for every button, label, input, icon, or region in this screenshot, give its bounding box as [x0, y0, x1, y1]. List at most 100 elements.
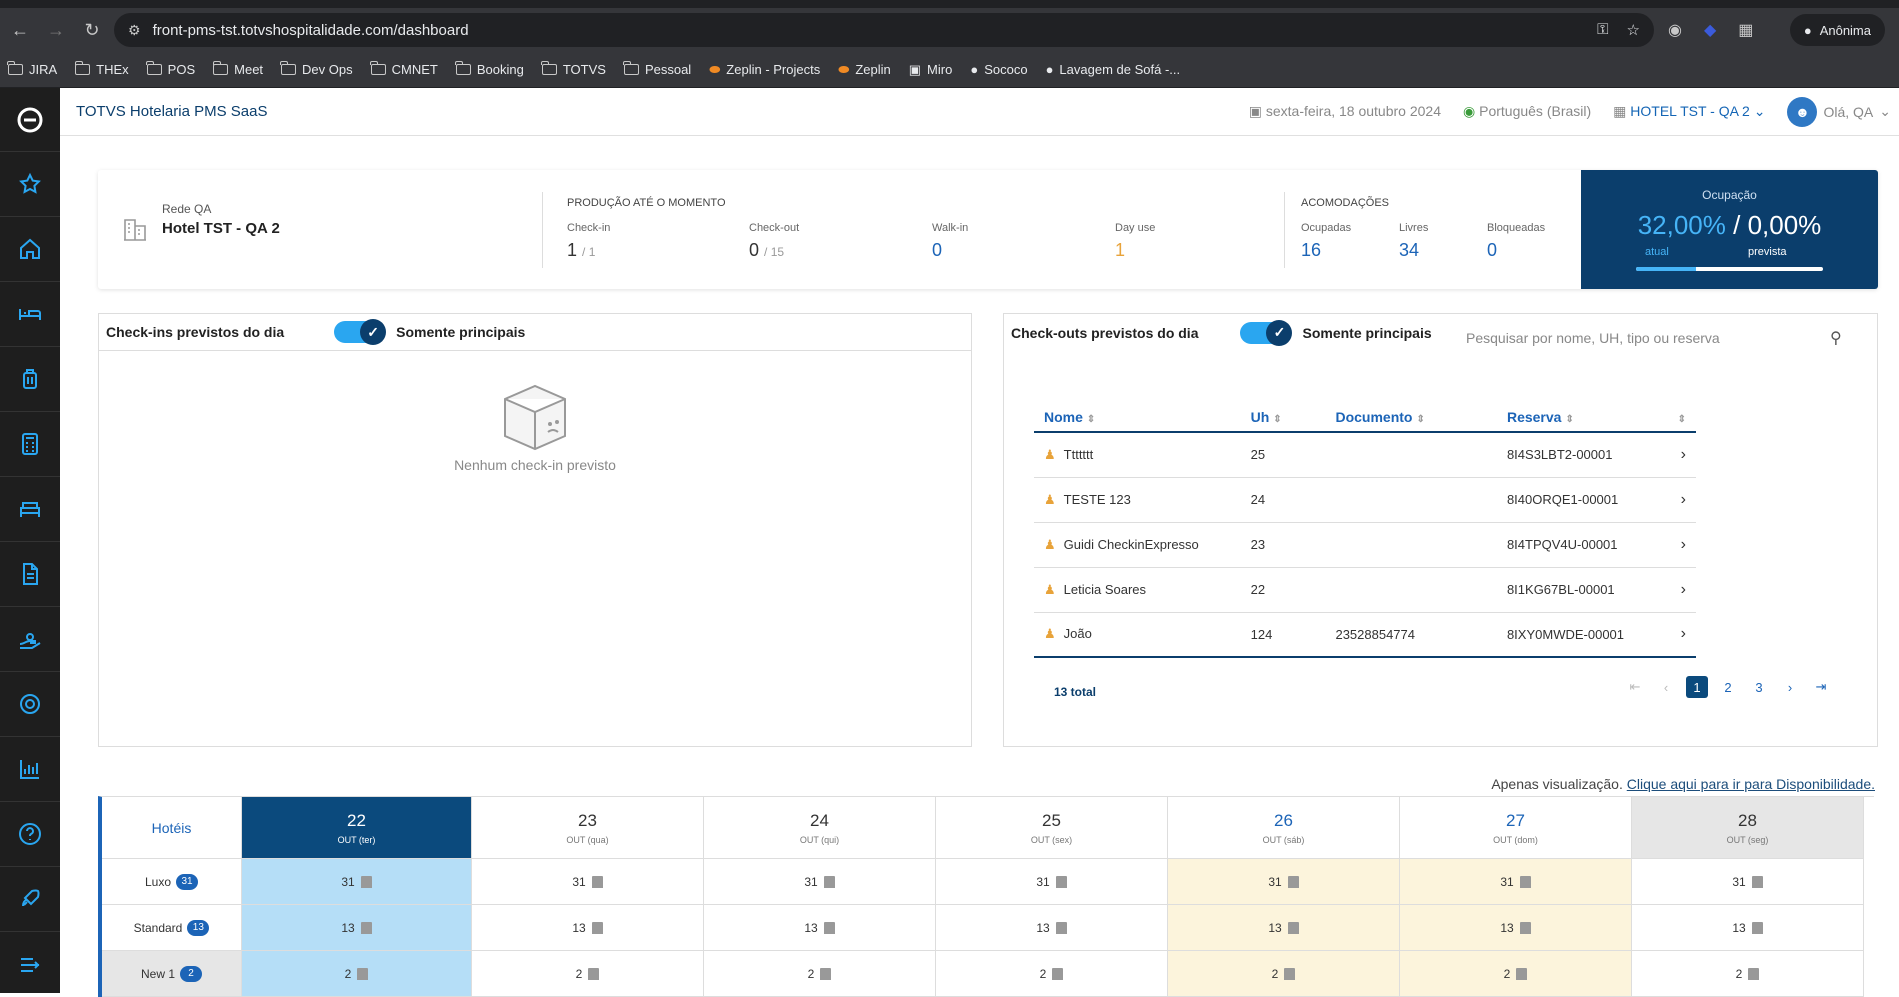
chevron-right-icon[interactable]: ›	[1663, 567, 1696, 613]
availability-cell[interactable]: 31	[242, 859, 472, 905]
checkins-main-toggle[interactable]: ✓	[334, 319, 387, 345]
availability-cell[interactable]: 13	[704, 905, 936, 951]
availability-cell[interactable]: 2	[704, 951, 936, 997]
col-actions[interactable]: ⇕	[1663, 402, 1696, 433]
forward-icon[interactable]: →	[40, 14, 72, 46]
bookmark-star-icon[interactable]: ☆	[1627, 21, 1640, 39]
sidebar-target[interactable]	[0, 672, 60, 737]
bookmark-item[interactable]: Booking	[455, 61, 524, 77]
sidebar-rooms[interactable]	[0, 282, 60, 347]
col-reservation[interactable]: Reserva ⇕	[1496, 402, 1664, 433]
reservation-code: 8I4S3LBT2-00001	[1506, 447, 1613, 463]
bookmark-item[interactable]: ● Sococo	[970, 62, 1027, 77]
user-menu[interactable]: ☻ Olá, QA ⌄	[1787, 96, 1891, 127]
availability-cell[interactable]: 13	[1168, 905, 1400, 951]
bookmark-item[interactable]: ⬬ Zeplin - Projects	[709, 62, 820, 78]
checkins-title: Check-ins previstos do dia	[106, 324, 285, 340]
page-3[interactable]: 3	[1748, 676, 1770, 698]
table-row[interactable]: ♟ Leticia Soares 22 8I1KG67BL-00001 ›	[1034, 567, 1696, 613]
availability-cell[interactable]: 31	[704, 859, 936, 905]
back-icon[interactable]: ←	[4, 14, 36, 46]
availability-cell[interactable]: 31	[472, 859, 704, 905]
availability-cell[interactable]: 31	[1168, 859, 1400, 905]
col-name[interactable]: Nome ⇕	[1034, 402, 1241, 433]
availability-cell[interactable]: 2	[1400, 951, 1632, 997]
toggle-label: Somente principais	[396, 324, 526, 340]
browser-toolbar: ← → ↻ ⚙ front-pms-tst.totvshospitalidade…	[0, 8, 1899, 52]
search-icon[interactable]: ⚲	[1830, 328, 1842, 348]
chevron-right-icon[interactable]: ›	[1663, 612, 1696, 658]
availability-cell[interactable]: 13	[936, 905, 1168, 951]
availability-cell[interactable]: 31	[1632, 859, 1864, 905]
table-row[interactable]: ♟ João 124 23528854774 8IXY0MWDE-00001 ›	[1034, 612, 1696, 658]
address-bar[interactable]: ⚙ front-pms-tst.totvshospitalidade.com/d…	[114, 13, 1654, 47]
bookmark-item[interactable]: Dev Ops	[280, 61, 353, 77]
extension-icon-1[interactable]: ◆	[1704, 20, 1716, 40]
prev-page-icon[interactable]: ‹	[1655, 676, 1677, 698]
sidebar-reservations[interactable]	[0, 347, 60, 412]
password-key-icon[interactable]: ⚿	[1597, 21, 1608, 39]
bookmark-item[interactable]: Meet	[212, 61, 263, 77]
first-page-icon[interactable]: ⇤	[1624, 676, 1646, 698]
language-selector[interactable]: ◉ Português (Brasil)	[1463, 103, 1591, 120]
table-row[interactable]: ♟ Ttttttt 25 8I4S3LBT2-00001 ›	[1034, 432, 1696, 478]
sidebar-favorites[interactable]	[0, 152, 60, 217]
hotel-selector[interactable]: ▦ HOTEL TST - QA 2 ⌄	[1613, 103, 1765, 120]
bookmark-item[interactable]: Pessoal	[623, 61, 691, 77]
availability-cell[interactable]: 13	[242, 905, 472, 951]
sidebar-documents[interactable]	[0, 542, 60, 607]
sidebar-help[interactable]	[0, 802, 60, 867]
sidebar-reports[interactable]	[0, 737, 60, 802]
col-uh[interactable]: Uh ⇕	[1240, 402, 1326, 433]
chevron-right-icon[interactable]: ›	[1663, 522, 1696, 568]
availability-cell[interactable]: 2	[1168, 951, 1400, 997]
reload-icon[interactable]: ↻	[76, 14, 108, 46]
sidebar-housekeeping[interactable]	[0, 477, 60, 542]
bookmark-item[interactable]: TOTVS	[541, 61, 606, 77]
table-row[interactable]: ♟ TESTE 123 24 8I40ORQE1-00001 ›	[1034, 477, 1696, 523]
bookmark-item[interactable]: ● Lavagem de Sofá -...	[1046, 62, 1181, 77]
sidebar-launch[interactable]	[0, 867, 60, 932]
availability-cell[interactable]: 31	[1400, 859, 1632, 905]
bookmark-item[interactable]: THEx	[74, 61, 129, 77]
available-count: 2	[807, 966, 815, 981]
col-label: Nome	[1044, 408, 1083, 425]
availability-cell[interactable]: 13	[1400, 905, 1632, 951]
chevron-right-icon[interactable]: ›	[1663, 432, 1696, 478]
camera-icon[interactable]: ◉	[1668, 20, 1682, 40]
page-2[interactable]: 2	[1717, 676, 1739, 698]
app-title[interactable]: TOTVS Hotelaria PMS SaaS	[76, 103, 267, 120]
availability-cell[interactable]: 13	[472, 905, 704, 951]
forecast-label: prevista	[1748, 246, 1787, 258]
table-row[interactable]: ♟ Guidi CheckinExpresso 23 8I4TPQV4U-00001 ›	[1034, 522, 1696, 568]
chevron-right-icon[interactable]: ›	[1663, 477, 1696, 523]
sidebar-billing[interactable]	[0, 412, 60, 477]
extensions-puzzle-icon[interactable]: ▦	[1738, 20, 1753, 40]
sidebar-services[interactable]	[0, 607, 60, 672]
checkout-search-input[interactable]: Pesquisar por nome, UH, tipo ou reserva	[1466, 330, 1846, 346]
last-page-icon[interactable]: ⇥	[1810, 676, 1832, 698]
page-1[interactable]: 1	[1686, 676, 1708, 698]
bookmark-item[interactable]: ⬬ Zeplin	[838, 62, 891, 78]
site-settings-icon[interactable]: ⚙	[128, 22, 141, 39]
availability-cell[interactable]: 13	[1632, 905, 1864, 951]
totvs-logo[interactable]	[0, 88, 60, 152]
next-page-icon[interactable]: ›	[1779, 676, 1801, 698]
sidebar-expand[interactable]	[0, 932, 60, 997]
bookmark-item[interactable]: CMNET	[370, 61, 438, 77]
availability-cell[interactable]: 31	[936, 859, 1168, 905]
checkout-value: 0	[749, 240, 760, 260]
checkouts-main-toggle[interactable]: ✓	[1240, 319, 1293, 346]
availability-cell[interactable]: 2	[936, 951, 1168, 997]
bookmark-item[interactable]: ▣ Miro	[909, 62, 953, 78]
availability-link[interactable]: Clique aqui para ir para Disponibilidade…	[1627, 776, 1875, 792]
availability-cell[interactable]: 2	[1632, 951, 1864, 997]
availability-cell[interactable]: 2	[242, 951, 472, 997]
bookmark-item[interactable]: POS	[146, 61, 195, 77]
col-document[interactable]: Documento ⇕	[1325, 402, 1497, 433]
sort-icon: ⇕	[1416, 413, 1425, 425]
sidebar-home[interactable]	[0, 217, 60, 282]
availability-cell[interactable]: 2	[472, 951, 704, 997]
incognito-profile[interactable]: ● Anônima	[1789, 14, 1885, 46]
bookmark-item[interactable]: JIRA	[7, 61, 57, 77]
